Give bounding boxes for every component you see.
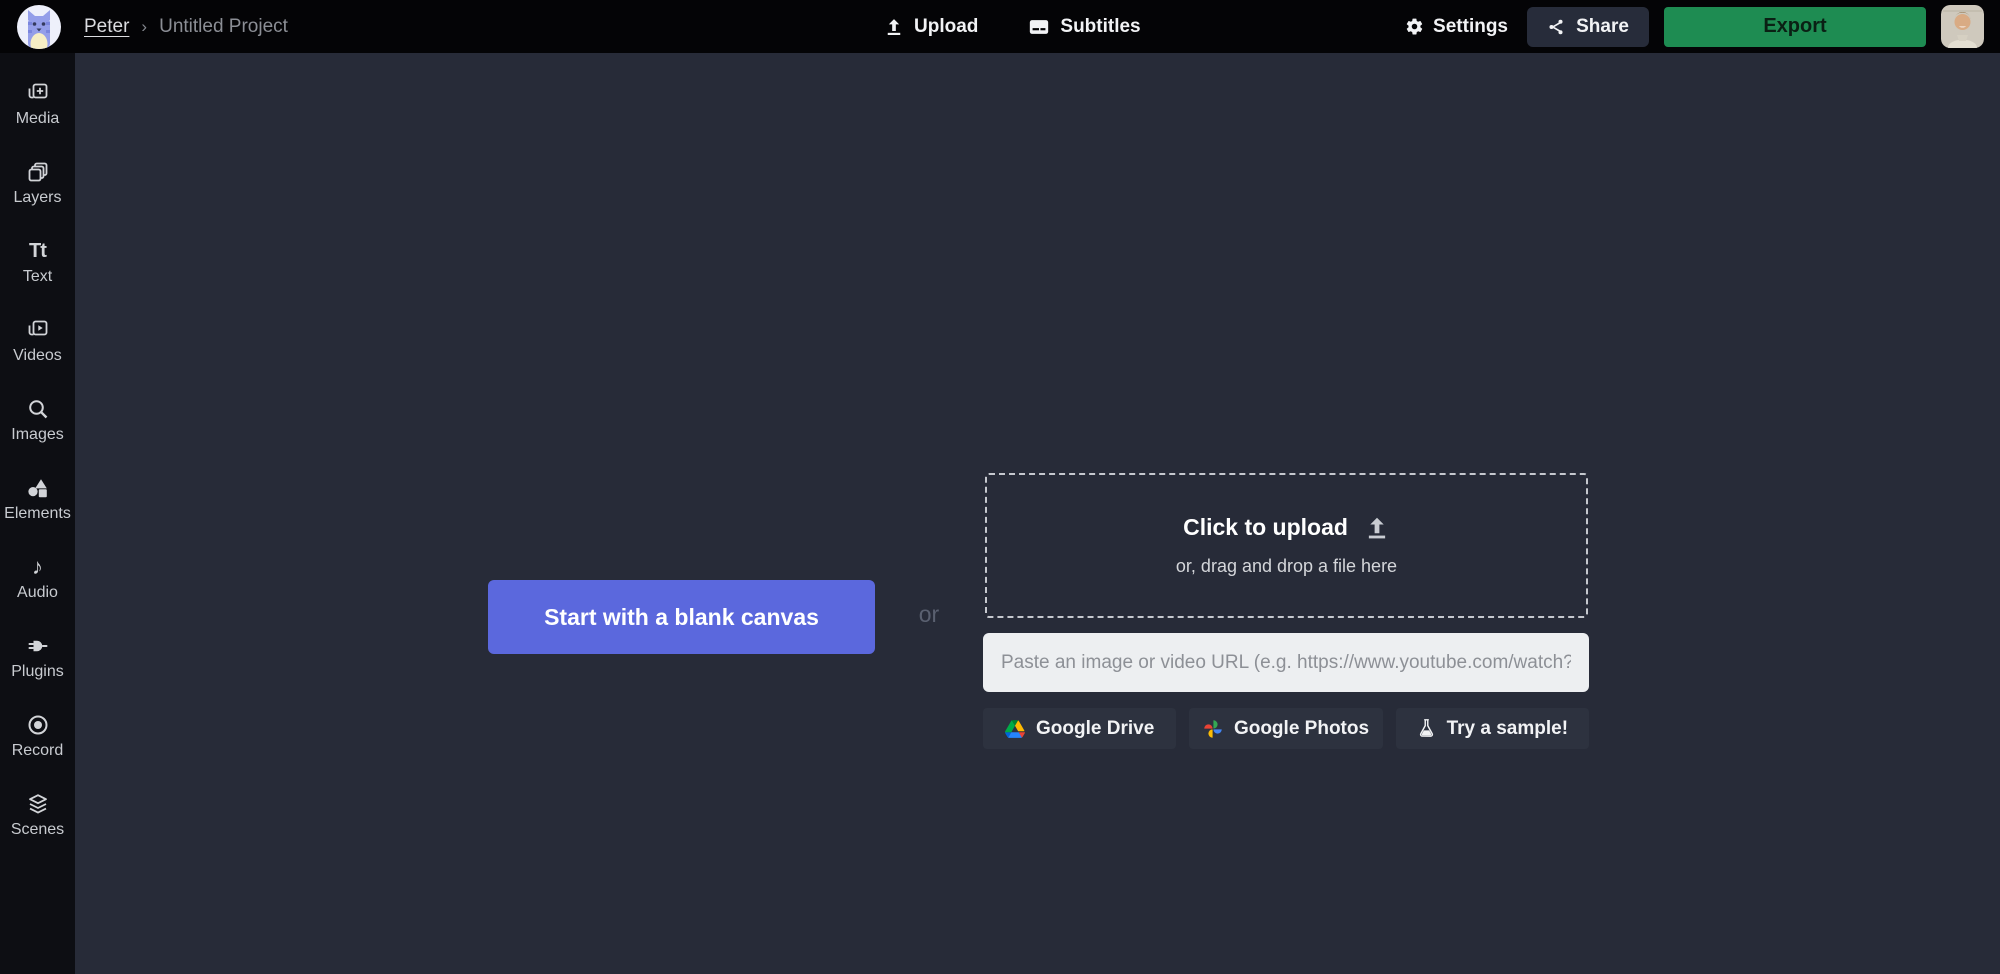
google-drive-button[interactable]: Google Drive [983, 708, 1176, 749]
plugins-icon [26, 634, 50, 658]
sidebar-item-audio[interactable]: ♪ Audio [0, 554, 75, 602]
import-source-buttons: Google Drive Google Photos Try a sample! [983, 708, 1589, 749]
upload-label: Upload [914, 16, 978, 38]
sidebar-item-images[interactable]: Images [0, 396, 75, 444]
sidebar-label-media: Media [16, 110, 60, 128]
subtitles-label: Subtitles [1060, 16, 1140, 38]
project-title[interactable]: Untitled Project [159, 16, 288, 38]
try-sample-label: Try a sample! [1447, 718, 1568, 740]
breadcrumb: Peter › Untitled Project [84, 16, 288, 38]
try-sample-button[interactable]: Try a sample! [1396, 708, 1589, 749]
sidebar-item-text[interactable]: Tt Text [0, 238, 75, 286]
gear-icon [1405, 17, 1424, 36]
export-button[interactable]: Export [1664, 7, 1926, 47]
sidebar-label-audio: Audio [17, 584, 58, 602]
share-icon [1547, 18, 1565, 36]
breadcrumb-user-link[interactable]: Peter [84, 16, 129, 38]
dropzone-subtitle: or, drag and drop a file here [1176, 556, 1397, 577]
elements-icon [26, 476, 50, 500]
scenes-icon [26, 792, 50, 816]
sidebar-item-scenes[interactable]: Scenes [0, 791, 75, 839]
share-button[interactable]: Share [1527, 7, 1649, 47]
flask-icon [1417, 718, 1436, 739]
sidebar-item-videos[interactable]: Videos [0, 317, 75, 365]
images-icon [26, 397, 50, 421]
header-center-actions: Upload Subtitles [884, 0, 1141, 53]
record-icon [26, 713, 50, 737]
google-photos-label: Google Photos [1234, 718, 1369, 740]
header-right-actions: Settings Share Export [1405, 5, 1984, 48]
upload-dropzone[interactable]: Click to upload or, drag and drop a file… [985, 473, 1588, 618]
sidebar-item-layers[interactable]: Layers [0, 159, 75, 207]
google-drive-icon [1005, 720, 1025, 738]
media-icon [26, 81, 50, 105]
user-avatar-photo [1941, 5, 1984, 48]
upload-icon [884, 17, 904, 37]
settings-button[interactable]: Settings [1405, 16, 1508, 38]
left-toolbar: Media Layers Tt Text Videos [0, 53, 75, 974]
user-avatar[interactable] [1941, 5, 1984, 48]
google-drive-label: Google Drive [1036, 718, 1154, 740]
sidebar-item-record[interactable]: Record [0, 712, 75, 760]
sidebar-label-images: Images [11, 426, 63, 444]
sidebar-label-videos: Videos [13, 347, 62, 365]
start-blank-canvas-button[interactable]: Start with a blank canvas [488, 580, 875, 654]
sidebar-label-scenes: Scenes [11, 821, 64, 839]
sidebar-item-elements[interactable]: Elements [0, 475, 75, 523]
text-icon: Tt [29, 240, 46, 262]
sidebar-label-elements: Elements [4, 505, 71, 523]
audio-icon: ♪ [32, 555, 43, 579]
dropzone-title: Click to upload [1183, 514, 1348, 541]
layers-icon [26, 160, 50, 184]
top-bar: Peter › Untitled Project Upload Subtitle… [0, 0, 2000, 53]
upload-button[interactable]: Upload [884, 16, 978, 38]
share-label: Share [1576, 16, 1629, 38]
sidebar-item-media[interactable]: Media [0, 80, 75, 128]
cat-logo-icon [16, 4, 62, 50]
subtitles-button[interactable]: Subtitles [1028, 16, 1140, 38]
subtitles-icon [1028, 16, 1050, 38]
settings-label: Settings [1433, 16, 1508, 38]
paste-url-input[interactable] [983, 633, 1589, 692]
breadcrumb-separator-icon: › [141, 17, 147, 37]
sidebar-label-plugins: Plugins [11, 663, 63, 681]
upload-icon [1364, 515, 1390, 541]
sidebar-label-record: Record [12, 742, 64, 760]
sidebar-item-plugins[interactable]: Plugins [0, 633, 75, 681]
google-photos-icon [1203, 719, 1223, 739]
app-logo[interactable] [16, 4, 62, 50]
videos-icon [26, 318, 50, 342]
or-divider-label: or [903, 601, 955, 628]
sidebar-label-text: Text [23, 268, 52, 286]
app-window: Peter › Untitled Project Upload Subtitle… [0, 0, 2000, 974]
google-photos-button[interactable]: Google Photos [1189, 708, 1382, 749]
sidebar-label-layers: Layers [13, 189, 61, 207]
